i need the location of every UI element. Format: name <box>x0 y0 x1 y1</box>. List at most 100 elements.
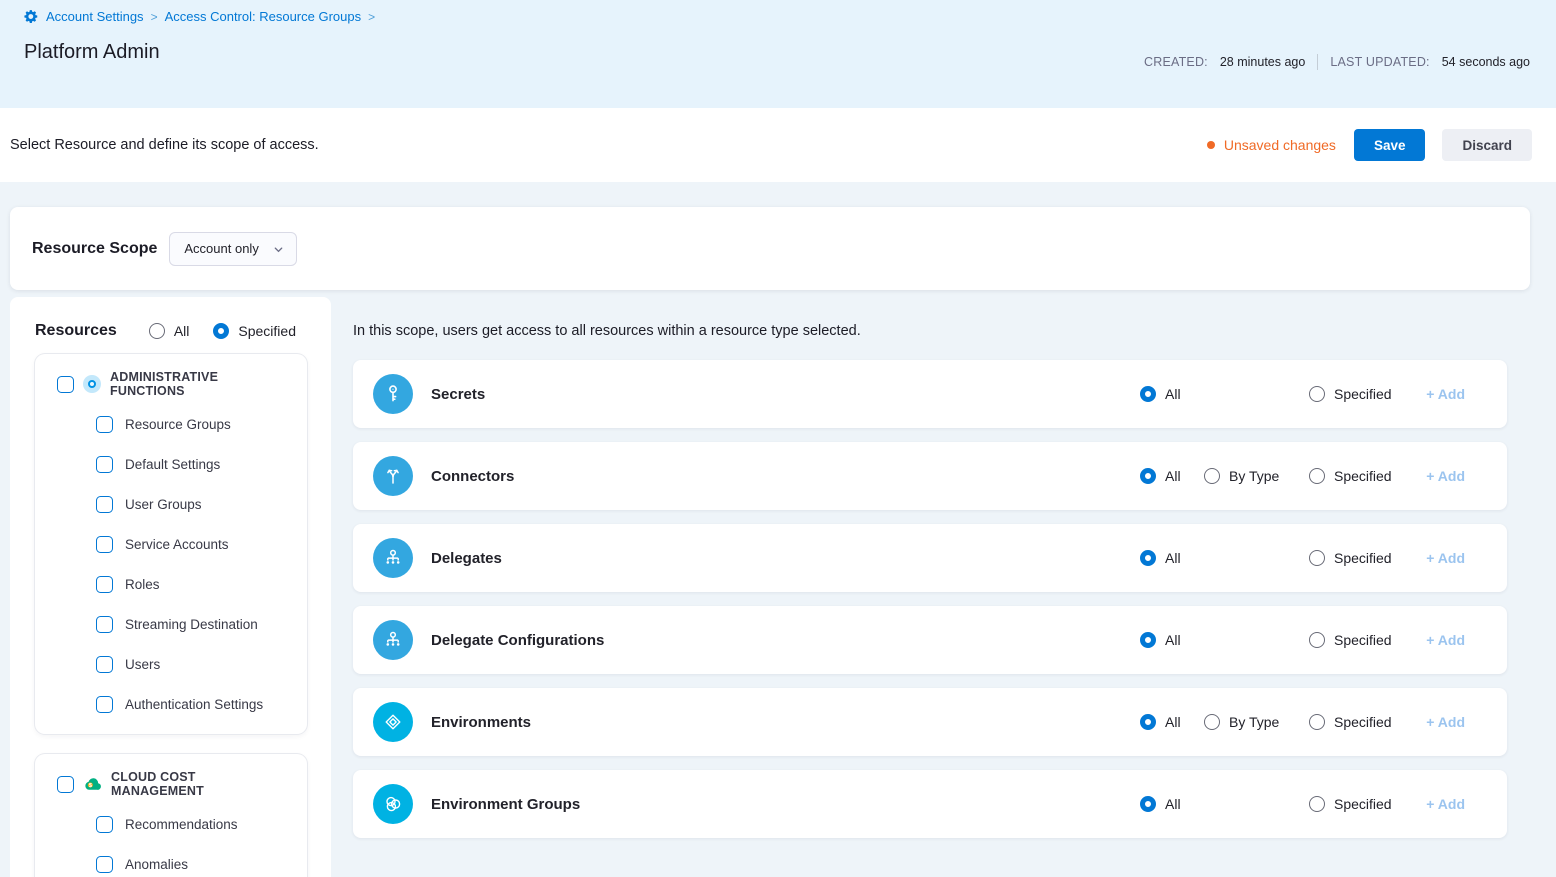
environment-groups-icon <box>373 784 413 824</box>
radio-icon[interactable] <box>1309 550 1325 566</box>
sidebar-item-user-groups[interactable]: User Groups <box>96 492 291 516</box>
resource-scope-selected-value: Account only <box>184 241 258 256</box>
radio-icon[interactable] <box>1309 468 1325 484</box>
radio-all[interactable]: All <box>1140 714 1204 730</box>
resource-row-secrets: Secrets All Specified + Add <box>353 360 1507 428</box>
group-checkbox[interactable] <box>57 376 74 393</box>
group-checkbox[interactable] <box>57 776 74 793</box>
sidebar-item-streaming-destination[interactable]: Streaming Destination <box>96 612 291 636</box>
add-link[interactable]: + Add <box>1426 632 1465 648</box>
sidebar-group-administrative-functions: ADMINISTRATIVE FUNCTIONS Resource Groups… <box>35 354 307 734</box>
item-checkbox[interactable] <box>96 696 113 713</box>
resources-radio-specified[interactable]: Specified <box>213 323 296 339</box>
gear-icon <box>24 9 39 24</box>
environments-icon <box>373 702 413 742</box>
radio-all[interactable]: All <box>1140 468 1204 484</box>
radio-all[interactable]: All <box>1140 386 1204 402</box>
breadcrumb-link-account-settings[interactable]: Account Settings <box>46 9 144 24</box>
radio-checked-icon[interactable] <box>1140 796 1156 812</box>
radio-checked-icon[interactable] <box>1140 550 1156 566</box>
radio-checked-icon[interactable] <box>213 323 229 339</box>
save-button[interactable]: Save <box>1354 129 1426 161</box>
radio-all[interactable]: All <box>1140 550 1204 566</box>
breadcrumb-separator: > <box>151 10 158 24</box>
sidebar-item-users[interactable]: Users <box>96 652 291 676</box>
scope-note: In this scope, users get access to all r… <box>353 323 1507 339</box>
delegates-icon <box>373 538 413 578</box>
item-checkbox[interactable] <box>96 576 113 593</box>
radio-icon[interactable] <box>1204 714 1220 730</box>
radio-icon[interactable] <box>1309 796 1325 812</box>
sidebar-item-anomalies[interactable]: Anomalies <box>96 852 291 876</box>
sidebar-item-service-accounts[interactable]: Service Accounts <box>96 532 291 556</box>
unsaved-changes-label: Unsaved changes <box>1224 137 1336 153</box>
add-link[interactable]: + Add <box>1426 714 1465 730</box>
resource-row-connectors: Connectors All By Type Specified + Add <box>353 442 1507 510</box>
radio-specified[interactable]: Specified <box>1309 714 1421 730</box>
radio-icon[interactable] <box>149 323 165 339</box>
radio-specified[interactable]: Specified <box>1309 468 1421 484</box>
radio-icon[interactable] <box>1309 386 1325 402</box>
resource-scope-label: Resource Scope <box>32 240 157 258</box>
resource-label: Secrets <box>431 386 485 403</box>
cloud-cost-icon: $ <box>83 776 102 792</box>
resources-radio-all[interactable]: All <box>149 323 190 339</box>
svg-text:$: $ <box>89 783 92 789</box>
radio-specified[interactable]: Specified <box>1309 796 1421 812</box>
unsaved-dot-icon <box>1207 141 1215 149</box>
resources-sidebar: Resources All Specified ADMINISTRATIVE F… <box>10 297 331 877</box>
item-checkbox[interactable] <box>96 856 113 873</box>
resource-scope-card: Resource Scope Account only <box>10 207 1530 290</box>
item-checkbox[interactable] <box>96 416 113 433</box>
last-updated-value: 54 seconds ago <box>1442 55 1530 69</box>
radio-checked-icon[interactable] <box>1140 386 1156 402</box>
action-toolbar: Select Resource and define its scope of … <box>0 108 1556 182</box>
radio-icon[interactable] <box>1309 632 1325 648</box>
radio-all[interactable]: All <box>1140 632 1204 648</box>
radio-icon[interactable] <box>1309 714 1325 730</box>
radio-checked-icon[interactable] <box>1140 632 1156 648</box>
breadcrumb-link-access-control-resource-groups[interactable]: Access Control: Resource Groups <box>165 9 362 24</box>
add-link[interactable]: + Add <box>1426 468 1465 484</box>
discard-button[interactable]: Discard <box>1442 129 1532 161</box>
item-checkbox[interactable] <box>96 616 113 633</box>
add-link[interactable]: + Add <box>1426 386 1465 402</box>
group-label: ADMINISTRATIVE FUNCTIONS <box>110 370 291 398</box>
last-updated-label: LAST UPDATED: <box>1330 55 1429 69</box>
sidebar-item-authentication-settings[interactable]: Authentication Settings <box>96 692 291 716</box>
radio-checked-icon[interactable] <box>1140 714 1156 730</box>
radio-specified[interactable]: Specified <box>1309 632 1421 648</box>
sidebar-item-resource-groups[interactable]: Resource Groups <box>96 412 291 436</box>
item-checkbox[interactable] <box>96 656 113 673</box>
resource-row-environment-groups: Environment Groups All Specified + Add <box>353 770 1507 838</box>
breadcrumb: Account Settings > Access Control: Resou… <box>24 9 1530 24</box>
add-link[interactable]: + Add <box>1426 796 1465 812</box>
add-link[interactable]: + Add <box>1426 550 1465 566</box>
item-checkbox[interactable] <box>96 536 113 553</box>
radio-checked-icon[interactable] <box>1140 468 1156 484</box>
resource-label: Delegate Configurations <box>431 632 604 649</box>
admin-functions-icon <box>83 375 101 393</box>
radio-all[interactable]: All <box>1140 796 1204 812</box>
resource-type-panel: In this scope, users get access to all r… <box>353 297 1507 838</box>
radio-by-type[interactable]: By Type <box>1204 714 1309 730</box>
sidebar-item-default-settings[interactable]: Default Settings <box>96 452 291 476</box>
resource-scope-dropdown[interactable]: Account only <box>169 232 296 266</box>
sidebar-item-recommendations[interactable]: Recommendations <box>96 812 291 836</box>
radio-specified[interactable]: Specified <box>1309 386 1421 402</box>
item-checkbox[interactable] <box>96 456 113 473</box>
unsaved-changes-indicator: Unsaved changes <box>1207 137 1336 153</box>
item-checkbox[interactable] <box>96 496 113 513</box>
sidebar-item-roles[interactable]: Roles <box>96 572 291 596</box>
meta-divider <box>1317 54 1318 70</box>
chevron-down-icon <box>273 243 284 254</box>
radio-by-type[interactable]: By Type <box>1204 468 1309 484</box>
item-checkbox[interactable] <box>96 816 113 833</box>
group-label: CLOUD COST MANAGEMENT <box>111 770 291 798</box>
radio-icon[interactable] <box>1204 468 1220 484</box>
resource-row-environments: Environments All By Type Specified + Add <box>353 688 1507 756</box>
radio-specified[interactable]: Specified <box>1309 550 1421 566</box>
toolbar-instruction: Select Resource and define its scope of … <box>10 137 319 153</box>
radio-all-label: All <box>174 323 190 339</box>
delegate-configurations-icon <box>373 620 413 660</box>
